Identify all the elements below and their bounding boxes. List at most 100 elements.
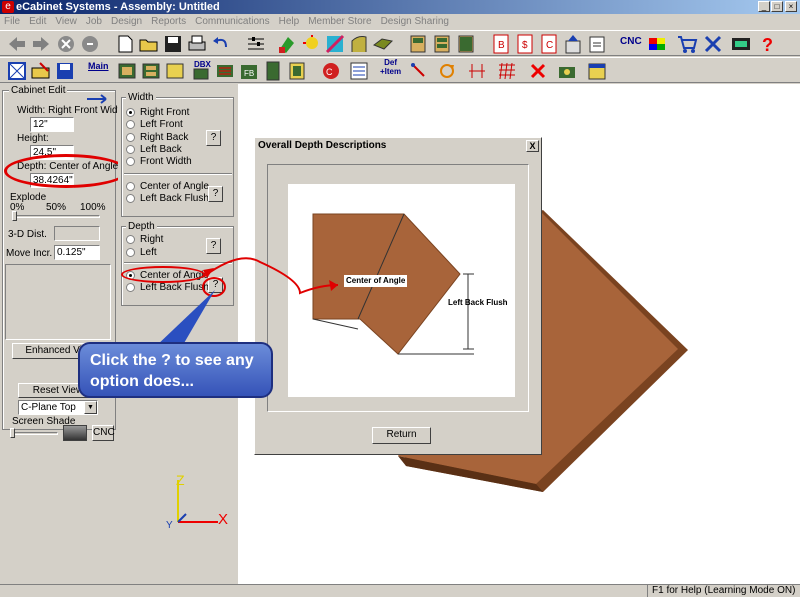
plane-select[interactable]: C-Plane Top ▼ <box>18 400 98 415</box>
upload-icon[interactable] <box>562 33 584 55</box>
point-icon[interactable] <box>408 60 430 82</box>
def-item-button[interactable]: Def +Item <box>380 58 401 76</box>
shade-slider[interactable] <box>10 432 58 435</box>
svg-text:C: C <box>546 40 553 51</box>
left-panel: Cabinet Edit Width: Right Front Width 12… <box>0 84 128 584</box>
svg-text:?: ? <box>762 35 773 55</box>
camera-icon[interactable] <box>556 60 578 82</box>
menu-help[interactable]: Help <box>279 14 300 30</box>
refresh-icon[interactable] <box>79 33 101 55</box>
report-c-icon[interactable]: C <box>538 33 560 55</box>
close-window-button[interactable]: × <box>785 1 797 12</box>
cnc-toolbar-button[interactable]: CNC <box>620 36 642 47</box>
menu-file[interactable]: File <box>4 14 20 30</box>
minimize-button[interactable]: _ <box>758 1 770 12</box>
menu-design-sharing[interactable]: Design Sharing <box>381 14 449 30</box>
cabinet-icon[interactable] <box>407 33 429 55</box>
width-divider <box>124 173 232 175</box>
report-s-icon[interactable]: $ <box>514 33 536 55</box>
app-logo-icon: e <box>2 1 14 13</box>
width-angle-help-button[interactable]: ? <box>208 186 223 202</box>
dist-input[interactable] <box>54 226 100 241</box>
delete-icon[interactable] <box>527 60 549 82</box>
menu-communications[interactable]: Communications <box>195 14 269 30</box>
maximize-button[interactable]: □ <box>771 1 783 12</box>
depth-help-button[interactable]: ? <box>206 238 221 254</box>
move-incr-label: Move Incr. <box>6 248 53 259</box>
open-edit-icon[interactable] <box>30 60 52 82</box>
open-folder-icon[interactable] <box>138 33 160 55</box>
arrow-right-icon[interactable] <box>86 93 112 105</box>
width-help-button[interactable]: ? <box>206 130 221 146</box>
frame-icon[interactable] <box>6 60 28 82</box>
forward-arrow-icon[interactable] <box>30 33 52 55</box>
tall-cabinet-icon[interactable] <box>262 60 284 82</box>
menu-reports[interactable]: Reports <box>151 14 186 30</box>
texture-icon[interactable] <box>324 33 346 55</box>
cnc-button[interactable]: CNC <box>92 425 115 441</box>
new-file-icon[interactable] <box>114 33 136 55</box>
save-icon[interactable] <box>162 33 184 55</box>
corner-cabinet-icon[interactable] <box>214 60 236 82</box>
dialog-close-button[interactable]: X <box>526 140 539 152</box>
grid-icon[interactable] <box>496 60 518 82</box>
cabinet-drawers-icon[interactable] <box>431 33 453 55</box>
fb-cabinet-icon[interactable]: FB <box>238 60 260 82</box>
cart-icon[interactable] <box>676 33 698 55</box>
dialog-title: Overall Depth Descriptions <box>255 138 541 154</box>
base-cabinet-icon[interactable] <box>116 60 138 82</box>
height-label: Height: <box>17 133 49 144</box>
shade-slider-thumb[interactable] <box>10 428 15 438</box>
chevron-down-icon[interactable]: ▼ <box>84 401 97 414</box>
menu-job[interactable]: Job <box>86 14 102 30</box>
print-icon[interactable] <box>186 33 208 55</box>
report-b-icon[interactable]: B <box>490 33 512 55</box>
calendar-icon[interactable] <box>586 60 608 82</box>
counter-top-icon[interactable] <box>372 33 394 55</box>
paint-icon[interactable] <box>276 33 298 55</box>
menu-view[interactable]: View <box>55 14 77 30</box>
explode-slider[interactable] <box>12 215 100 218</box>
move-incr-input[interactable]: 0.125" <box>54 245 100 260</box>
drawer-cabinet-icon[interactable] <box>140 60 162 82</box>
color-grid-icon[interactable] <box>646 33 668 55</box>
molding-icon[interactable] <box>348 33 370 55</box>
undo-icon[interactable] <box>210 33 232 55</box>
tools-icon[interactable] <box>702 33 724 55</box>
axis-x-label: X <box>218 511 229 528</box>
menu-edit[interactable]: Edit <box>29 14 46 30</box>
width-label: Width: Right Front Width <box>17 105 126 116</box>
width-group-title: Width <box>126 92 156 104</box>
shade-color-swatch[interactable] <box>63 425 87 441</box>
status-bar: F1 for Help (Learning Mode ON) <box>0 584 800 597</box>
back-arrow-icon[interactable] <box>6 33 28 55</box>
rotate-icon[interactable] <box>436 60 458 82</box>
help-highlight-ellipse <box>202 277 226 297</box>
stop-icon[interactable] <box>55 33 77 55</box>
list-edit-icon[interactable] <box>348 60 370 82</box>
dist-label: 3-D Dist. <box>8 229 47 240</box>
main-button[interactable]: Main <box>88 61 109 71</box>
wall-cabinet-icon[interactable] <box>455 33 477 55</box>
svg-text:C: C <box>326 67 333 77</box>
export-icon[interactable] <box>586 33 608 55</box>
explode-slider-thumb[interactable] <box>12 211 17 221</box>
settings-sliders-icon[interactable] <box>245 33 267 55</box>
menu-design[interactable]: Design <box>111 14 142 30</box>
dbx-cabinet-icon[interactable] <box>190 60 212 82</box>
width-input[interactable]: 12" <box>30 117 74 132</box>
light-icon[interactable] <box>300 33 322 55</box>
dimensions-icon[interactable] <box>466 60 488 82</box>
upper-cabinet-icon[interactable] <box>164 60 186 82</box>
window-title: eCabinet Systems - Assembly: Untitled <box>0 0 800 14</box>
svg-text:B: B <box>498 40 505 51</box>
explode-tick-50: 50% <box>46 202 67 213</box>
door-style-icon[interactable] <box>286 60 308 82</box>
return-button[interactable]: Return <box>372 427 431 444</box>
material-icon[interactable]: C <box>320 60 342 82</box>
help-question-icon[interactable]: ? <box>756 33 778 55</box>
menu-member-store[interactable]: Member Store <box>308 14 371 30</box>
axis-y-label: Y <box>166 520 173 531</box>
save-cabinet-icon[interactable] <box>54 60 76 82</box>
film-icon[interactable] <box>730 33 752 55</box>
